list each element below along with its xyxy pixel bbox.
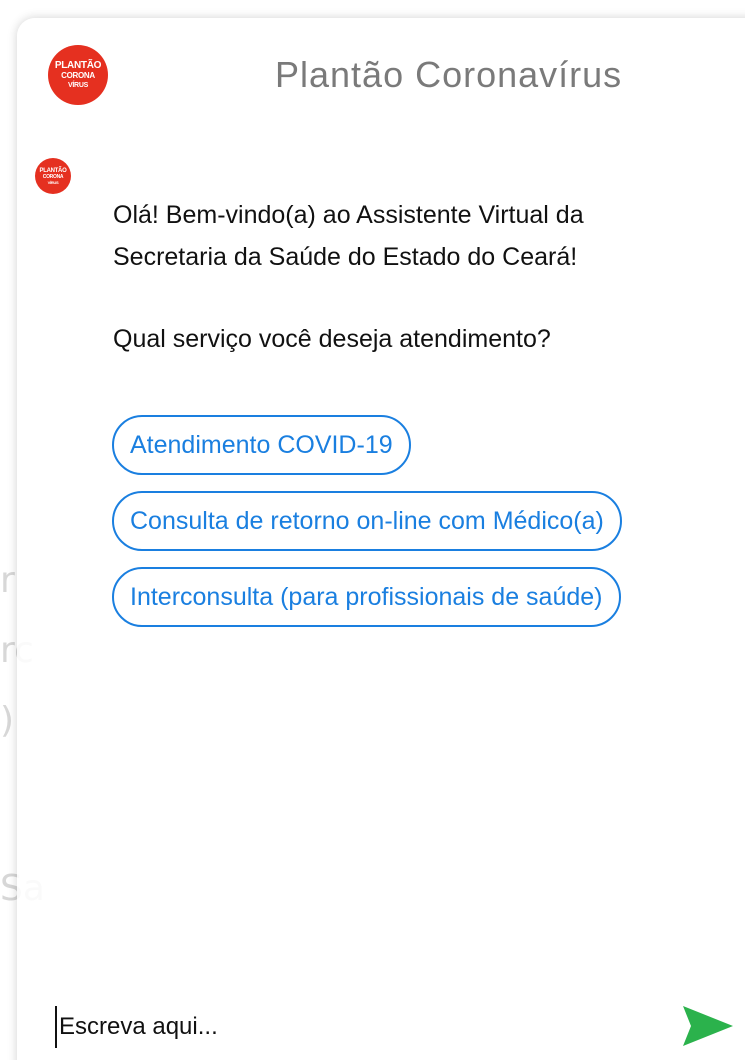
bot-message: Olá! Bem-vindo(a) ao Assistente Virtual … <box>113 194 713 360</box>
chat-widget: PLANTÃO CORONA VÍRUS Plantão Coronavírus… <box>17 18 745 1060</box>
page: r rc ) Sa PLANTÃO CORONA VÍRUS Plantão C… <box>0 0 745 1060</box>
background-text-fragment: ) <box>0 700 15 741</box>
service-question: Qual serviço você deseja atendimento? <box>113 325 551 353</box>
message-input[interactable] <box>55 1006 661 1048</box>
plantao-coronavirus-logo: PLANTÃO CORONA VÍRUS <box>48 45 108 105</box>
option-atendimento-covid-button[interactable]: Atendimento COVID-19 <box>112 415 411 475</box>
logo-text-line: CORONA <box>61 71 95 80</box>
chat-title: Plantão Coronavírus <box>275 54 623 95</box>
send-arrow-icon <box>683 1006 733 1046</box>
greeting-line: Secretaria da Saúde do Estado do Ceará! <box>113 243 578 271</box>
option-interconsulta-button[interactable]: Interconsulta (para profissionais de saú… <box>112 567 621 627</box>
send-button[interactable] <box>681 1002 735 1050</box>
avatar-text-line: CORONA <box>42 173 64 180</box>
bot-avatar: PLANTÃO CORONA VÍRUS <box>35 158 71 194</box>
avatar-text-line: VÍRUS <box>47 179 59 185</box>
quick-reply-options: Atendimento COVID-19 Consulta de retorno… <box>112 415 745 643</box>
logo-text-line: PLANTÃO <box>54 60 102 71</box>
logo-text-line: VÍRUS <box>68 82 88 89</box>
background-text-fragment: r <box>0 560 15 601</box>
chat-header: PLANTÃO CORONA VÍRUS Plantão Coronavírus <box>17 18 745 128</box>
greeting-line: Olá! Bem-vindo(a) ao Assistente Virtual … <box>113 201 584 229</box>
avatar-text-line: PLANTÃO <box>39 167 67 174</box>
message-input-bar <box>17 988 745 1060</box>
option-consulta-retorno-button[interactable]: Consulta de retorno on-line com Médico(a… <box>112 491 622 551</box>
